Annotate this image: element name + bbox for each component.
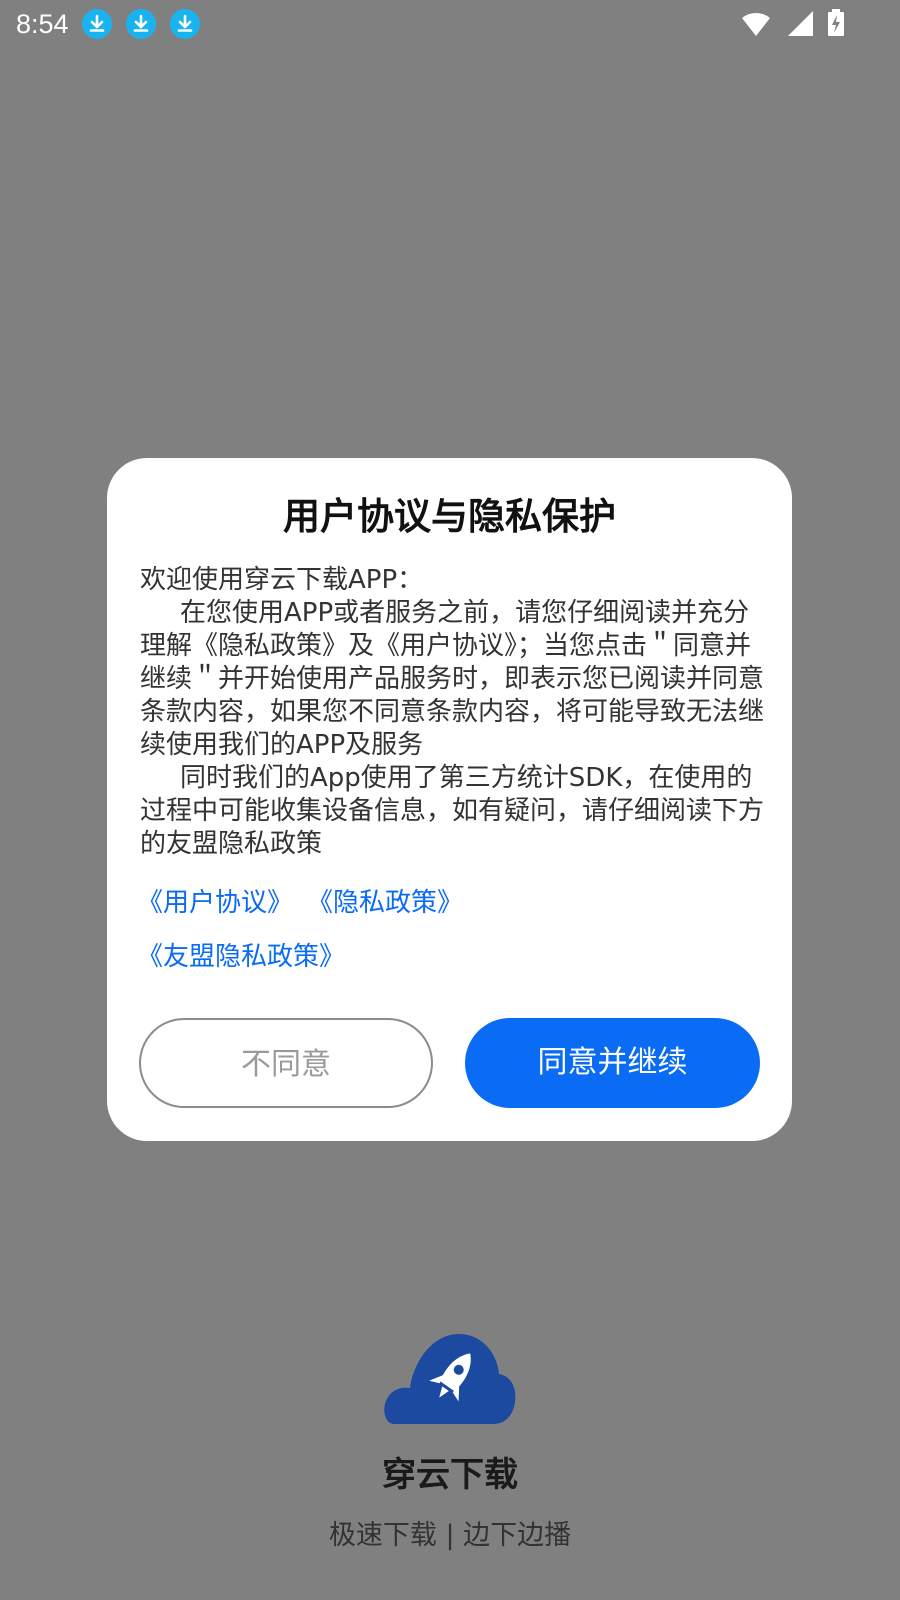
download-icon bbox=[170, 9, 200, 39]
download-icon bbox=[82, 9, 112, 39]
screen: 8:54 穿云下载 极速下载 | 边下边播 用户协议与隐私保护 欢迎使用穿云下载… bbox=[0, 0, 900, 1600]
status-bar: 8:54 bbox=[0, 0, 900, 48]
user-agreement-link[interactable]: 《用户协议》 bbox=[137, 885, 293, 921]
status-time: 8:54 bbox=[16, 9, 69, 39]
dialog-greeting: 欢迎使用穿云下载APP： bbox=[140, 565, 424, 595]
app-name: 穿云下载 bbox=[382, 1455, 518, 1495]
privacy-dialog: 用户协议与隐私保护 欢迎使用穿云下载APP： 在您使用APP或者服务之前，请您仔… bbox=[107, 458, 792, 1141]
download-icon bbox=[126, 9, 156, 39]
status-right-icons bbox=[742, 9, 844, 37]
dialog-paragraph-2: 同时我们的App使用了第三方统计SDK，在使用的过程中可能收集设备信息，如有疑问… bbox=[140, 763, 765, 859]
battery-charging-icon bbox=[828, 9, 844, 36]
app-slogan: 极速下载 | 边下边播 bbox=[328, 1520, 572, 1551]
signal-icon bbox=[788, 11, 813, 36]
dialog-paragraph-1: 在您使用APP或者服务之前，请您仔细阅读并充分理解《隐私政策》及《用户协议》；当… bbox=[140, 598, 765, 760]
disagree-button[interactable]: 不同意 bbox=[139, 1018, 433, 1108]
umeng-privacy-link[interactable]: 《友盟隐私政策》 bbox=[137, 939, 345, 975]
dialog-body: 欢迎使用穿云下载APP： 在您使用APP或者服务之前，请您仔细阅读并充分理解《隐… bbox=[140, 564, 765, 861]
privacy-policy-link[interactable]: 《隐私政策》 bbox=[307, 885, 463, 921]
agree-continue-button[interactable]: 同意并继续 bbox=[465, 1018, 760, 1108]
wifi-icon bbox=[742, 12, 770, 37]
rocket-cloud-logo-icon bbox=[384, 1334, 516, 1424]
dialog-title: 用户协议与隐私保护 bbox=[283, 495, 616, 538]
